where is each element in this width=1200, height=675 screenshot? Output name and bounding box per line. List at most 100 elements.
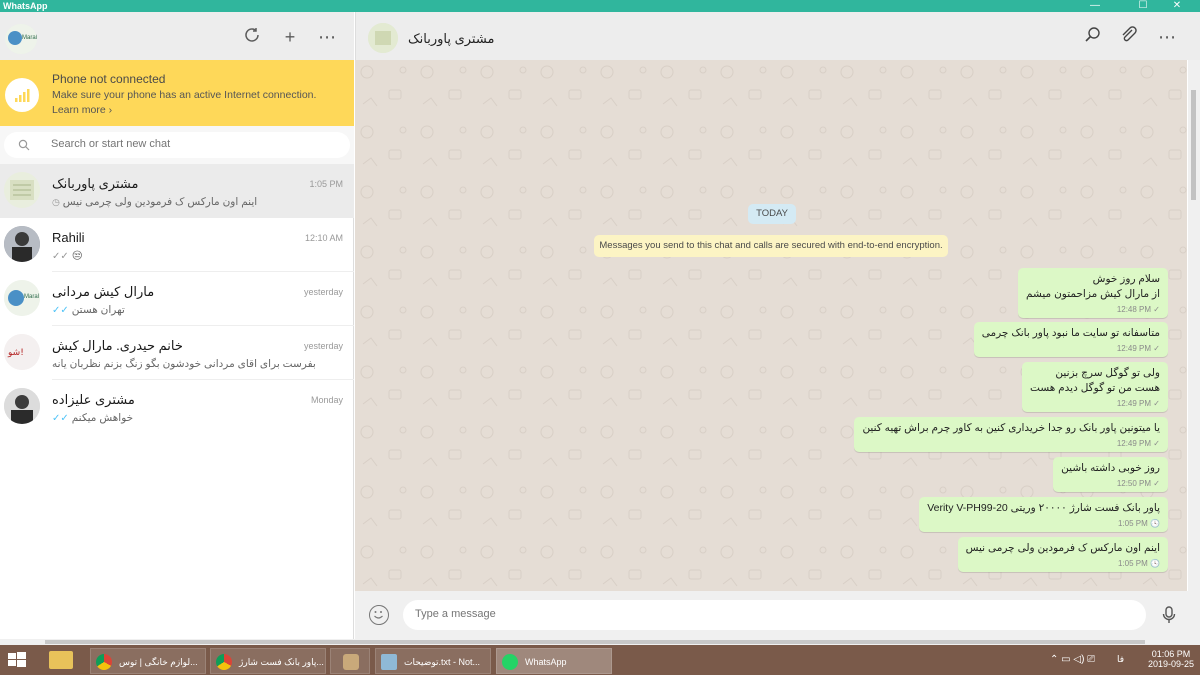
message-bubble[interactable]: پاور بانک فست شارژ ۲۰۰۰۰ وریتی Verity V-… [919,497,1168,532]
pending-clock-icon: 🕓 [1150,519,1160,528]
close-button[interactable]: ✕ [1154,0,1200,12]
chat-preview: ◷ اینم اون مارکس ک فرمودین ولی چرمی نیس [52,196,257,208]
new-chat-button[interactable]: + [279,26,301,48]
phone-not-connected-banner[interactable]: Phone not connected Make sure your phone… [0,60,354,126]
search-icon[interactable] [1082,26,1104,48]
taskbar-item-label: WhatsApp [525,657,567,667]
message-meta: 12:49 PM ✓ [1116,344,1160,353]
whatsapp-icon [502,654,518,670]
taskbar-item[interactable]: توضیحات.txt - Not... [375,648,491,674]
pending-clock-icon: 🕓 [1150,559,1160,568]
search-input[interactable] [51,138,331,150]
tray-icons[interactable]: ⌃ ▭ ◁) ⎚ [1050,654,1095,665]
svg-text:Maral: Maral [22,35,37,41]
message-text: روز خوبی داشته باشین [1061,462,1160,474]
message-bubble[interactable]: ولی تو گوگل سرچ بزنین هست من تو گوگل دید… [1022,362,1168,412]
encryption-notice[interactable]: Messages you send to this chat and calls… [594,235,948,257]
chat-item[interactable]: مشتری پاوربانک 1:05 PM ◷ اینم اون مارکس … [0,164,354,218]
status-refresh-icon[interactable] [241,26,263,48]
search-box[interactable] [4,132,350,158]
message-input[interactable] [415,608,1115,620]
paint-icon [343,654,359,670]
conversation-scrollbar[interactable] [1188,60,1200,591]
chat-item[interactable]: مشتری علیزاده Monday ✓✓ خواهش میکنم [0,380,354,434]
chat-name: مارال کیش مردانی [52,284,155,299]
chat-time: Monday [310,395,343,405]
taskbar-item[interactable] [330,648,370,674]
chat-preview: بفرست برای اقای مردانی خودشون بگو زنگ بز… [52,358,316,370]
taskbar-item-label: لوازم خانگی | توس... [119,657,198,667]
chat-preview: ✓✓ تهران هستن [52,304,125,316]
chat-item[interactable]: Maral مارال کیش مردانی yesterday ✓✓ تهرا… [0,272,354,326]
windows-start-icon[interactable] [8,652,26,668]
message-bubble[interactable]: اینم اون مارکس ک فرمودین ولی چرمی نیس 1:… [957,537,1168,572]
read-ticks-icon: ✓✓ [52,305,69,316]
chat-preview-text: 😒 [71,250,83,262]
profile-avatar[interactable]: Maral [5,24,37,54]
chat-name: مشتری علیزاده [52,392,135,407]
chat-name: مشتری پاوربانک [52,176,139,191]
minimize-button[interactable]: — [1072,0,1118,12]
message-text: ولی تو گوگل سرچ بزنین [1055,367,1160,379]
conversation-menu-button[interactable]: ⋯ [1156,26,1178,48]
read-ticks-icon: ✓✓ [52,251,69,262]
svg-text:Maral: Maral [24,294,39,300]
left-header: Maral + ⋯ [0,12,354,60]
taskbar-item-whatsapp[interactable]: WhatsApp [496,648,612,674]
message-bubble[interactable]: سلام روز خوش از مارال کیش مزاحمتون میشم … [1018,268,1168,318]
message-bubble[interactable]: یا میتونین پاور بانک رو جدا خریداری کنین… [854,417,1168,452]
message-meta: 12:50 PM ✓ [1116,479,1160,488]
message-bubble[interactable]: روز خوبی داشته باشین 12:50 PM ✓ [1053,457,1168,492]
chrome-icon [96,654,112,670]
message-text: یا میتونین پاور بانک رو جدا خریداری کنین… [862,422,1160,434]
message-meta: 12:48 PM ✓ [1116,305,1160,314]
taskbar-item[interactable]: لوازم خانگی | توس... [90,648,206,674]
conversation-header[interactable]: مشتری پاوربانک ⋯ [355,12,1200,60]
chat-preview-text: اینم اون مارکس ک فرمودین ولی چرمی نیس [62,196,258,208]
message-input-box[interactable] [403,600,1146,630]
emoji-icon[interactable] [369,605,389,625]
message-meta: 1:05 PM 🕓 [1118,519,1160,528]
menu-button[interactable]: ⋯ [316,26,338,48]
sent-tick-icon: ✓ [1153,305,1160,314]
message-bubble[interactable]: متاسفانه تو سایت ما نبود پاور بانک چرمی … [973,322,1168,357]
chat-time: 12:10 AM [304,233,343,243]
file-explorer-icon[interactable] [49,651,73,669]
message-meta: 1:05 PM 🕓 [1118,559,1160,568]
contact-avatar [4,388,40,424]
chat-time: yesterday [303,287,343,297]
windows-taskbar: لوازم خانگی | توس... پاور بانک فست شارژ.… [0,645,1200,675]
sent-tick-icon: ✓ [1153,399,1160,408]
taskbar-item-label: پاور بانک فست شارژ... [239,657,324,667]
message-meta: 12:49 PM ✓ [1116,439,1160,448]
sent-tick-icon: ✓ [1153,344,1160,353]
chat-name: Rahili [52,230,85,245]
learn-more-link[interactable]: Learn more › [52,104,112,116]
chat-list-pane: Maral + ⋯ Phone not connected Make sure … [0,12,354,639]
chat-item[interactable]: Rahili 12:10 AM ✓✓ 😒 [0,218,354,272]
clock-time: 01:06 PM [1151,649,1191,659]
scrollbar-thumb[interactable] [45,640,1145,644]
contact-avatar [4,172,40,208]
language-indicator[interactable]: فا [1117,654,1124,665]
sent-tick-icon: ✓ [1153,439,1160,448]
window-titlebar: WhatsApp — ☐ ✕ [0,0,1200,12]
contact-avatar [4,226,40,262]
microphone-icon[interactable] [1161,605,1177,625]
notepad-icon [381,654,397,670]
chat-list: مشتری پاوربانک 1:05 PM ◷ اینم اون مارکس … [0,164,354,434]
contact-avatar[interactable] [368,23,398,53]
taskbar-item[interactable]: پاور بانک فست شارژ... [210,648,326,674]
clock[interactable]: 01:06 PM 2019-09-25 [1148,649,1194,669]
message-meta: 12:49 PM ✓ [1116,399,1160,408]
contact-avatar: Maral [4,280,40,316]
message-text: هست من تو گوگل دیدم هست [1030,382,1160,394]
read-ticks-icon: ✓✓ [52,413,69,424]
notice-title: Phone not connected [52,72,166,86]
clock-date: 2019-09-25 [1147,659,1194,669]
scrollbar-thumb[interactable] [1191,90,1196,200]
chat-item[interactable]: شو! خانم حیدری. مارال کیش yesterday بفرس… [0,326,354,380]
message-text: متاسفانه تو سایت ما نبود پاور بانک چرمی [981,327,1160,339]
attach-icon[interactable] [1118,26,1140,48]
message-text: اینم اون مارکس ک فرمودین ولی چرمی نیس [965,542,1160,554]
